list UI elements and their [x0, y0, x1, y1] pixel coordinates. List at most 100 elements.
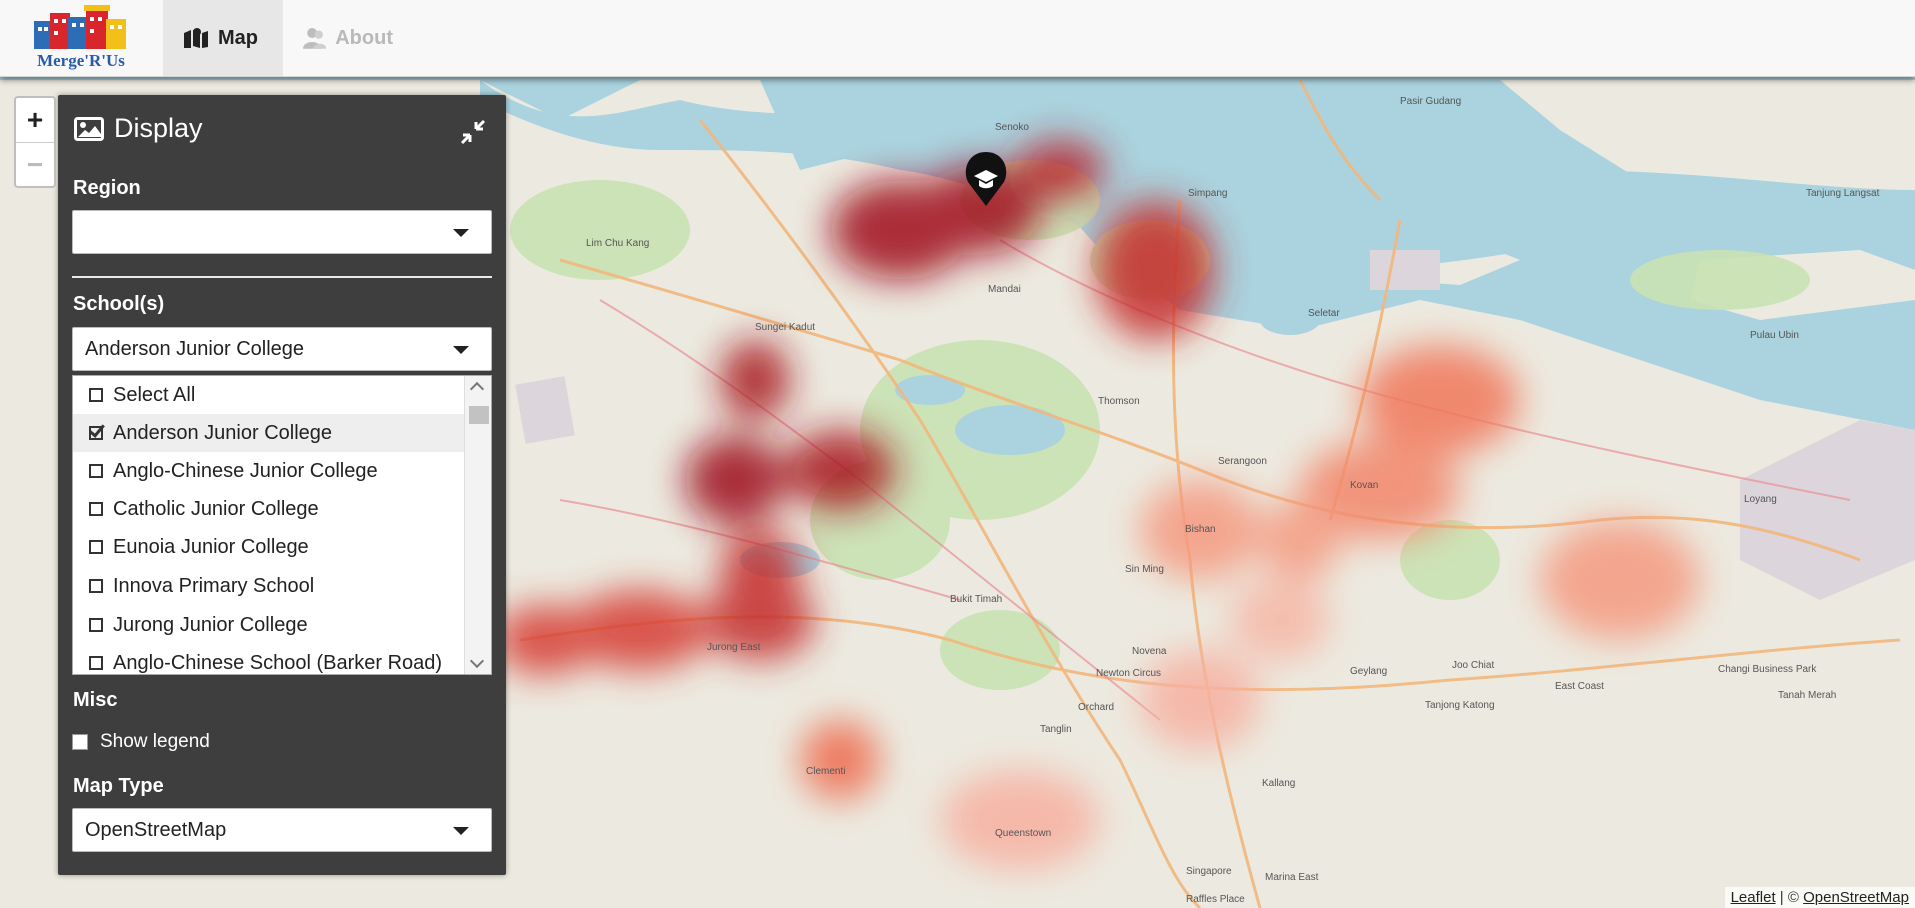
schools-dropdown: Select All Anderson Junior College Anglo…: [72, 375, 492, 675]
map-icon: [184, 28, 208, 48]
tab-map-label: Map: [218, 26, 258, 49]
map-label: Changi Business Park: [1718, 664, 1817, 675]
brand-text: Merge'R'Us: [37, 51, 125, 70]
show-legend-label: Show legend: [100, 731, 210, 752]
compress-icon: [460, 119, 486, 145]
image-icon: [74, 116, 104, 141]
option-label: Select All: [113, 383, 196, 406]
map-type-label: Map Type: [73, 775, 164, 797]
buildings-logo-icon: [34, 5, 126, 49]
schools-select-value: Anderson Junior College: [85, 337, 305, 360]
option-school[interactable]: Eunoia Junior College: [73, 528, 465, 566]
tab-map[interactable]: Map: [163, 0, 283, 76]
option-school[interactable]: Innova Primary School: [73, 567, 465, 605]
map-label: Serangoon: [1218, 456, 1267, 467]
map-label: Kallang: [1262, 778, 1296, 789]
checkbox-icon: [89, 502, 103, 516]
map-label: Orchard: [1078, 702, 1115, 713]
attribution-separator: | ©: [1775, 889, 1804, 906]
map-label: Pasir Gudang: [1400, 96, 1462, 107]
map-label: Tanjung Langsat: [1806, 188, 1880, 199]
checked-checkbox-icon: [89, 426, 103, 440]
users-icon: [303, 28, 327, 49]
map-label: Singapore: [1186, 866, 1232, 877]
navbar: Merge'R'Us Map About: [0, 0, 1915, 77]
checkbox-icon: [89, 388, 103, 402]
map-label: Bukit Timah: [950, 594, 1003, 605]
map-label: Thomson: [1098, 396, 1140, 407]
display-sidebar: Display Region School(s) Anderson Junior…: [58, 95, 506, 875]
schools-label: School(s): [73, 293, 165, 315]
map-attribution: Leaflet | © OpenStreetMap: [1724, 887, 1915, 908]
sidebar-header: Display: [74, 113, 203, 144]
region-select[interactable]: [72, 210, 492, 254]
map-label: Bishan: [1185, 524, 1216, 535]
option-school[interactable]: Jurong Junior College: [73, 606, 465, 644]
map-label: Lim Chu Kang: [586, 238, 650, 249]
misc-label: Misc: [73, 689, 118, 711]
leaflet-link[interactable]: Leaflet: [1731, 889, 1776, 906]
map-label: Queenstown: [995, 828, 1052, 839]
option-school[interactable]: Catholic Junior College: [73, 490, 465, 528]
option-label: Anglo-Chinese School (Barker Road): [113, 651, 443, 674]
map-label: Tanglin: [1040, 724, 1072, 735]
sidebar-title: Display: [114, 113, 203, 143]
map-label: Kovan: [1350, 480, 1379, 491]
scrollbar-thumb[interactable]: [469, 406, 489, 424]
show-legend-row[interactable]: Show legend: [72, 731, 210, 753]
show-legend-checkbox[interactable]: [72, 734, 88, 750]
tab-about[interactable]: About: [283, 0, 413, 76]
map-label: Sin Ming: [1125, 564, 1164, 575]
option-school[interactable]: Anderson Junior College: [73, 414, 465, 452]
map-label: Marina East: [1265, 872, 1319, 883]
option-label: Eunoia Junior College: [113, 535, 309, 558]
option-label: Innova Primary School: [113, 574, 315, 597]
osm-link[interactable]: OpenStreetMap: [1803, 889, 1909, 906]
option-school[interactable]: Anglo-Chinese Junior College: [73, 452, 465, 490]
checkbox-icon: [89, 540, 103, 554]
map-label: Seletar: [1308, 308, 1340, 319]
chevron-up-icon[interactable]: [469, 381, 485, 397]
map-label: Newton Circus: [1096, 668, 1162, 679]
map-label: Senoko: [995, 122, 1029, 133]
map-label: Pulau Ubin: [1750, 330, 1799, 341]
checkbox-icon: [89, 579, 103, 593]
map-label: Tanjong Katong: [1425, 700, 1495, 711]
schools-select[interactable]: Anderson Junior College: [72, 327, 492, 371]
map-label: Joo Chiat: [1452, 660, 1495, 671]
chevron-down-icon: [453, 827, 469, 835]
map-label: East Coast: [1555, 681, 1604, 692]
checkbox-icon: [89, 618, 103, 632]
option-select-all[interactable]: Select All: [73, 376, 465, 414]
map-type-select-value: OpenStreetMap: [85, 818, 227, 841]
map-label: Sungei Kadut: [755, 322, 816, 333]
checkbox-icon: [89, 656, 103, 670]
map-label: Novena: [1132, 646, 1167, 657]
map-label: Mandai: [988, 284, 1021, 295]
divider: [72, 276, 492, 278]
region-label: Region: [73, 177, 141, 199]
zoom-in-button[interactable]: +: [16, 98, 54, 142]
option-school[interactable]: Anglo-Chinese School (Barker Road): [73, 644, 465, 674]
map-type-select[interactable]: OpenStreetMap: [72, 808, 492, 852]
option-label: Anglo-Chinese Junior College: [113, 459, 378, 482]
zoom-control: + −: [14, 96, 56, 188]
map-label: Simpang: [1188, 188, 1228, 199]
map-label: Clementi: [806, 766, 846, 777]
checkbox-icon: [89, 464, 103, 478]
dropdown-scrollbar[interactable]: [464, 376, 491, 674]
chevron-down-icon: [453, 229, 469, 237]
map-label: Raffles Place: [1186, 894, 1245, 905]
collapse-button[interactable]: [458, 117, 488, 147]
brand-logo[interactable]: Merge'R'Us: [22, 5, 140, 73]
chevron-down-icon: [453, 346, 469, 354]
map-label: Geylang: [1350, 666, 1388, 677]
chevron-down-icon[interactable]: [469, 653, 485, 669]
map-label: Jurong East: [707, 642, 761, 653]
map-label: Loyang: [1744, 494, 1777, 505]
zoom-out-button[interactable]: −: [16, 142, 54, 187]
option-label: Jurong Junior College: [113, 613, 308, 636]
tab-about-label: About: [335, 26, 393, 49]
map-label: Tanah Merah: [1778, 690, 1837, 701]
option-label: Anderson Junior College: [113, 421, 333, 444]
